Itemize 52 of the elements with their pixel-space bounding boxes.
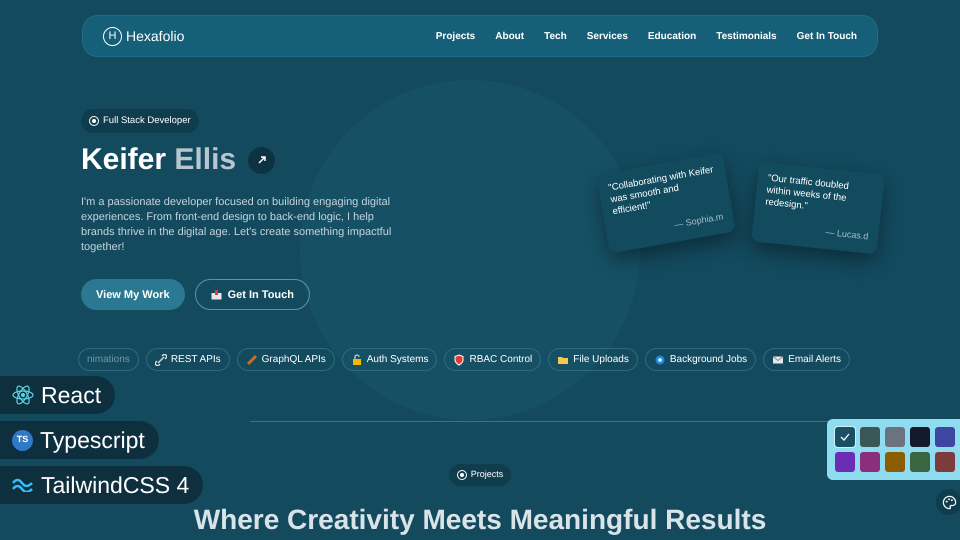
palette-icon <box>942 494 956 510</box>
palette-button[interactable] <box>936 489 960 515</box>
feature-chip: Background Jobs <box>644 348 756 372</box>
envelope-icon <box>772 354 784 366</box>
tech-pill: React <box>0 376 116 414</box>
atom-icon <box>12 384 34 406</box>
theme-swatch[interactable] <box>885 427 905 447</box>
brand-name[interactable]: Hexafolio <box>126 26 184 46</box>
intro-paragraph: I'm a passionate developer focused on building engaging digital experiences. From front-end design to back-end logic, I help brands thrive in the digital age. Let's create something impactful together! <box>81 195 392 256</box>
theme-swatch[interactable] <box>935 427 955 447</box>
check-icon <box>840 433 850 441</box>
tech-pill: TailwindCSS 4 <box>0 466 204 504</box>
feature-chip: RBAC Control <box>444 348 542 372</box>
theme-swatch[interactable] <box>835 427 855 447</box>
theme-swatch[interactable] <box>860 427 880 447</box>
testimonial-author: — Sophia.m <box>672 210 724 232</box>
nav-link[interactable]: Education <box>648 28 696 44</box>
feature-chip: nimations <box>78 348 139 372</box>
theme-swatch[interactable] <box>935 452 955 472</box>
role-badge: Full Stack Developer <box>81 109 199 134</box>
hero-name: Keifer Ellis <box>81 145 236 176</box>
testimonial-author: — Lucas.d <box>824 225 869 243</box>
tech-pill: TS Typescript <box>0 421 159 459</box>
target-icon <box>456 470 467 480</box>
nav-link[interactable]: Testimonials <box>716 28 777 44</box>
nav-link[interactable]: Get In Touch <box>796 28 857 44</box>
wave-icon <box>12 478 34 492</box>
feature-chip: Auth Systems <box>342 348 438 372</box>
contact-button[interactable]: Get In Touch <box>194 279 310 310</box>
feature-chip: GraphQL APIs <box>236 348 335 372</box>
theme-swatch[interactable] <box>910 452 930 472</box>
typescript-icon: TS <box>12 430 33 450</box>
feature-chip: Email Alerts <box>763 348 850 372</box>
link-icon <box>154 354 167 366</box>
view-work-button[interactable]: View My Work <box>81 279 185 310</box>
nav-link[interactable]: Tech <box>544 28 567 44</box>
section-heading: Where Creativity Meets Meaningful Results <box>194 504 766 536</box>
section-badge: Projects <box>448 464 512 486</box>
theme-swatch[interactable] <box>835 452 855 472</box>
feature-chip: REST APIs <box>146 348 230 372</box>
lock-icon <box>350 354 363 366</box>
nav-link[interactable]: Projects <box>436 28 476 44</box>
mailbox-icon <box>210 290 222 300</box>
target-icon <box>89 116 99 126</box>
theme-swatch[interactable] <box>885 452 905 472</box>
feature-chip: File Uploads <box>548 348 638 372</box>
nav-link[interactable]: About <box>495 28 524 44</box>
nav-link[interactable]: Services <box>586 28 628 44</box>
theme-swatch[interactable] <box>860 452 880 472</box>
logo-icon: H <box>103 26 122 46</box>
theme-swatch[interactable] <box>910 427 930 447</box>
testimonial-quote: "Our traffic doubled within weeks of the redesign." <box>764 172 850 214</box>
